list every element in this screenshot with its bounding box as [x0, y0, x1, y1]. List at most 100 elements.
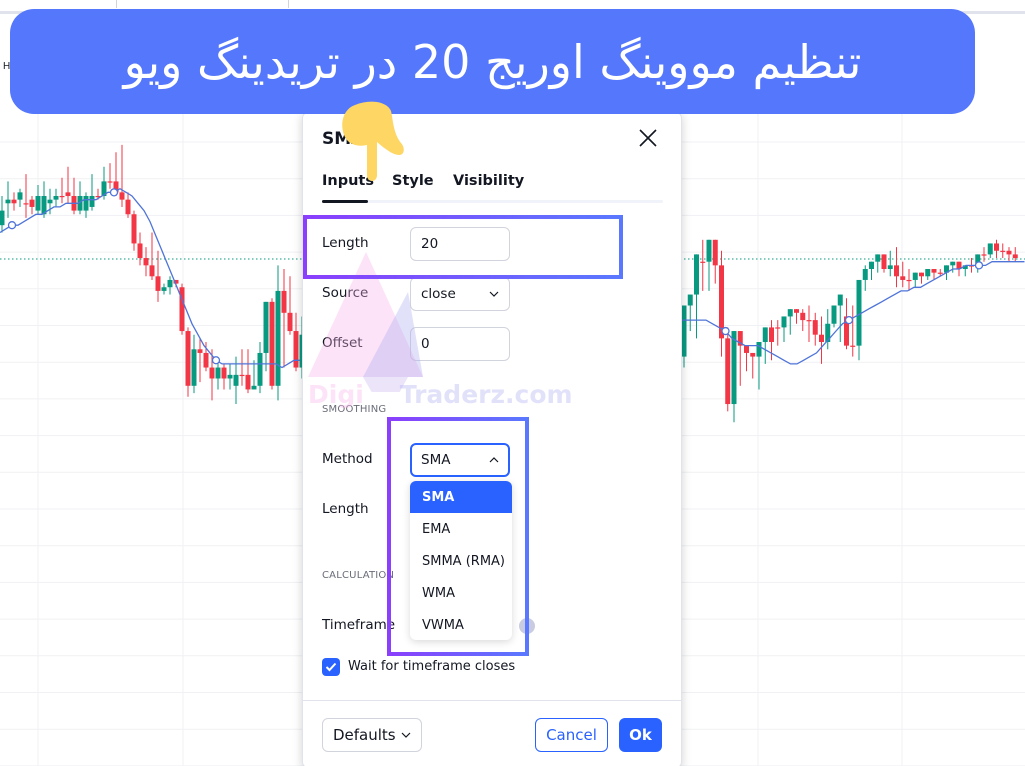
candle-body: [937, 272, 943, 274]
ok-button[interactable]: Ok: [619, 718, 662, 752]
candle-body: [806, 320, 812, 322]
candle-body: [65, 192, 71, 196]
method-option-ema[interactable]: EMA: [410, 513, 512, 545]
method-option-sma[interactable]: SMA: [410, 481, 512, 513]
candle-body: [257, 352, 263, 386]
candle-body: [725, 338, 731, 405]
candle-body: [731, 331, 737, 405]
length-label: Length: [322, 235, 369, 251]
candle-body: [756, 342, 762, 357]
method-dropdown-menu: SMA EMA SMMA (RMA) WMA VWMA: [410, 481, 512, 640]
active-tab-indicator: [322, 200, 368, 203]
method-option-smma[interactable]: SMMA (RMA): [410, 545, 512, 577]
ma-point-marker[interactable]: [211, 356, 221, 365]
candle-body: [781, 316, 787, 328]
candle-body: [931, 269, 937, 273]
method-label: Method: [322, 451, 373, 467]
ma-point-marker[interactable]: [844, 315, 854, 325]
candle-body: [762, 327, 768, 342]
cancel-button[interactable]: Cancel: [535, 718, 608, 752]
candle-body: [47, 199, 53, 204]
tab-track: [322, 200, 663, 203]
chevron-down-icon: [401, 732, 411, 738]
candle-body: [994, 243, 999, 251]
candle-body: [287, 312, 293, 332]
checkmark-icon: [325, 662, 337, 672]
candle-body: [887, 265, 893, 269]
offset-label: Offset: [322, 335, 363, 351]
source-select[interactable]: close: [410, 277, 510, 311]
candle-body: [794, 309, 799, 313]
candle-body: [239, 374, 245, 377]
candle-body: [1000, 250, 1006, 252]
tab-visibility[interactable]: Visibility: [453, 173, 524, 189]
candle-body: [191, 349, 197, 386]
candle-body: [107, 181, 113, 183]
candle-body: [0, 210, 5, 226]
toolbar-separator: [116, 0, 117, 8]
candle-body: [775, 327, 781, 329]
candle-body: [119, 192, 125, 200]
tab-inputs[interactable]: Inputs: [322, 173, 374, 189]
wait-timeframe-label: Wait for timeframe closes: [348, 659, 516, 674]
method-option-wma[interactable]: WMA: [410, 577, 512, 609]
offset-input[interactable]: 0: [410, 327, 510, 361]
ma-point-marker[interactable]: [974, 261, 984, 270]
candle-body: [83, 196, 89, 211]
candle-body: [263, 301, 269, 353]
defaults-label: Defaults: [333, 726, 396, 744]
smoothing-length-label: Length: [322, 501, 369, 517]
candle-body: [155, 276, 161, 291]
candle-body: [215, 367, 221, 379]
defaults-button[interactable]: Defaults: [322, 718, 422, 752]
offset-value: 0: [421, 336, 430, 352]
ma-point-marker[interactable]: [7, 221, 17, 230]
wait-timeframe-checkbox[interactable]: [322, 658, 340, 676]
tab-style[interactable]: Style: [392, 173, 434, 189]
close-button[interactable]: [637, 127, 659, 149]
candle-body: [29, 199, 35, 207]
chevron-down-icon: [489, 291, 499, 297]
chevron-up-icon: [489, 457, 499, 463]
method-select[interactable]: SMA: [410, 443, 510, 477]
candle-body: [11, 199, 17, 204]
candle-body: [812, 320, 818, 335]
candle-body: [89, 196, 95, 207]
candle-body: [831, 305, 837, 324]
method-option-vwma[interactable]: VWMA: [410, 609, 512, 640]
candle-body: [950, 261, 956, 266]
source-label: Source: [322, 285, 369, 301]
candle-body: [787, 309, 793, 317]
footer-divider: [303, 700, 681, 701]
candle-body: [125, 199, 131, 215]
candle-body: [35, 196, 41, 211]
candle-body: [203, 352, 209, 368]
ma-point-marker[interactable]: [109, 188, 119, 197]
candle-body: [23, 203, 29, 205]
candle-body: [900, 276, 906, 280]
candle-body: [919, 272, 924, 277]
ma-point-marker[interactable]: [721, 326, 730, 336]
candle-body: [894, 265, 899, 277]
length-value: 20: [421, 236, 439, 252]
candle-body: [131, 214, 137, 244]
candle-body: [769, 327, 774, 342]
dialog-title: SMA: [322, 129, 365, 149]
candle-body: [837, 294, 843, 306]
candle-body: [143, 258, 149, 266]
length-input[interactable]: 20: [410, 227, 510, 261]
help-icon[interactable]: [519, 618, 535, 634]
candle-body: [5, 199, 11, 204]
candle-body: [981, 254, 987, 256]
candle-body: [245, 374, 251, 390]
title-banner: تنظیم مووینگ اوریج 20 در تریدینگ ویو: [10, 9, 975, 114]
close-icon: [639, 129, 657, 147]
candle-body: [987, 243, 993, 255]
dialog-tabs: Inputs Style Visibility: [322, 173, 663, 203]
candle-body: [161, 287, 167, 291]
candle-body: [275, 290, 281, 386]
candle-body: [149, 265, 155, 277]
candle-body: [17, 192, 23, 200]
banner-title: تنظیم مووینگ اوریج 20 در تریدینگ ویو: [123, 34, 862, 89]
candle-body: [687, 294, 693, 306]
